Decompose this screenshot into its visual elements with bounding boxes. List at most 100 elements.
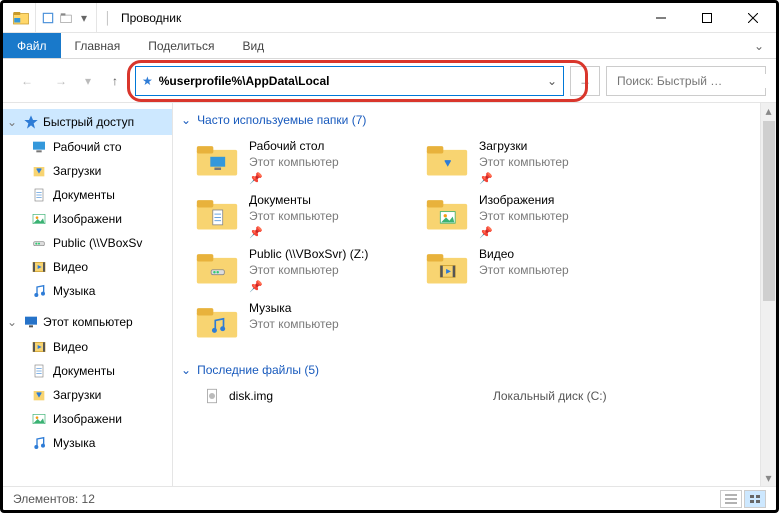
pin-icon: 📌 bbox=[479, 172, 569, 186]
sidebar-quick-access-label: Быстрый доступ bbox=[43, 115, 134, 129]
sidebar-item-label: Музыка bbox=[53, 436, 95, 450]
downloads-folder-icon bbox=[425, 139, 469, 179]
tab-share[interactable]: Поделиться bbox=[134, 33, 228, 58]
address-input[interactable] bbox=[159, 74, 547, 88]
view-switcher bbox=[720, 490, 766, 508]
folder-name: Загрузки bbox=[479, 139, 569, 155]
sidebar-item-documents[interactable]: Документы bbox=[3, 183, 172, 207]
sidebar-item-pictures[interactable]: Изображени bbox=[3, 207, 172, 231]
chevron-down-icon: ⌄ bbox=[181, 363, 191, 377]
qat-dropdown-icon[interactable]: ▾ bbox=[76, 10, 92, 26]
section-recent-files[interactable]: ⌄ Последние файлы (5) bbox=[173, 353, 776, 383]
folder-tile[interactable]: Документы Этот компьютер 📌 bbox=[191, 191, 421, 245]
sidebar-item-downloads[interactable]: Загрузки bbox=[3, 383, 172, 407]
qat-new-folder-icon[interactable] bbox=[58, 10, 74, 26]
file-row[interactable]: disk.img Локальный диск (C:) bbox=[173, 383, 776, 409]
ribbon: Файл Главная Поделиться Вид ⌄ bbox=[3, 33, 776, 59]
address-bar[interactable]: ★ ⌄ bbox=[135, 66, 564, 96]
tab-file[interactable]: Файл bbox=[3, 33, 61, 58]
pin-icon: 📌 bbox=[249, 172, 339, 186]
address-dropdown-icon[interactable]: ⌄ bbox=[547, 74, 557, 88]
file-name: disk.img bbox=[229, 389, 273, 403]
folder-tile[interactable]: Видео Этот компьютер bbox=[421, 245, 651, 299]
sidebar-item-network[interactable]: Public (\\VBoxSv bbox=[3, 231, 172, 255]
status-item-count: Элементов: 12 bbox=[13, 492, 95, 506]
sidebar-item-video[interactable]: Видео bbox=[3, 335, 172, 359]
go-button[interactable]: → bbox=[570, 66, 600, 96]
sidebar-item-documents[interactable]: Документы bbox=[3, 359, 172, 383]
sidebar-quick-access[interactable]: ⌄ Быстрый доступ bbox=[3, 109, 172, 135]
window-controls bbox=[638, 3, 776, 32]
section-recent-label: Последние файлы (5) bbox=[197, 363, 319, 377]
content-pane[interactable]: ⌄ Часто используемые папки (7) Рабочий с… bbox=[173, 103, 776, 486]
explorer-window: ▾ │ Проводник Файл Главная Поделиться Ви… bbox=[0, 0, 779, 513]
quick-access-toolbar: ▾ bbox=[35, 3, 97, 32]
sidebar-item-downloads[interactable]: Загрузки bbox=[3, 159, 172, 183]
sidebar-item-label: Видео bbox=[53, 260, 88, 274]
scrollbar-thumb[interactable] bbox=[763, 121, 775, 301]
folder-name: Видео bbox=[479, 247, 569, 263]
sidebar-item-label: Изображени bbox=[53, 212, 122, 226]
documents-folder-icon bbox=[195, 193, 239, 233]
explorer-icon bbox=[11, 9, 31, 27]
sidebar-item-desktop[interactable]: Рабочий сто bbox=[3, 135, 172, 159]
monitor-icon bbox=[23, 314, 39, 330]
folder-tile[interactable]: Public (\\VBoxSvr) (Z:) Этот компьютер 📌 bbox=[191, 245, 421, 299]
sidebar-this-pc[interactable]: ⌄ Этот компьютер bbox=[3, 309, 172, 335]
maximize-button[interactable] bbox=[684, 3, 730, 32]
sidebar-item-music[interactable]: Музыка bbox=[3, 431, 172, 455]
folder-location: Этот компьютер bbox=[479, 209, 569, 225]
folder-location: Этот компьютер bbox=[479, 263, 569, 279]
pictures-folder-icon bbox=[425, 193, 469, 233]
folder-location: Этот компьютер bbox=[249, 209, 339, 225]
sidebar-item-label: Музыка bbox=[53, 284, 95, 298]
folder-tile[interactable]: Загрузки Этот компьютер 📌 bbox=[421, 137, 651, 191]
close-button[interactable] bbox=[730, 3, 776, 32]
sidebar-item-pictures[interactable]: Изображени bbox=[3, 407, 172, 431]
nav-up-button[interactable]: ↑ bbox=[101, 67, 129, 95]
address-bar-wrap: ★ ⌄ bbox=[135, 66, 564, 96]
view-details-button[interactable] bbox=[720, 490, 742, 508]
folder-tile[interactable]: Изображения Этот компьютер 📌 bbox=[421, 191, 651, 245]
chevron-down-icon: ⌄ bbox=[181, 113, 191, 127]
folder-tile[interactable]: Музыка Этот компьютер bbox=[191, 299, 421, 353]
folder-tile[interactable]: Рабочий стол Этот компьютер 📌 bbox=[191, 137, 421, 191]
folder-name: Изображения bbox=[479, 193, 569, 209]
ribbon-expand-icon[interactable]: ⌄ bbox=[742, 33, 776, 58]
view-icons-button[interactable] bbox=[744, 490, 766, 508]
desktop-folder-icon bbox=[195, 139, 239, 179]
folder-location: Этот компьютер bbox=[249, 263, 368, 279]
section-frequent-label: Часто используемые папки (7) bbox=[197, 113, 366, 127]
tab-view[interactable]: Вид bbox=[228, 33, 278, 58]
music-folder-icon bbox=[195, 301, 239, 341]
sidebar-item-video[interactable]: Видео bbox=[3, 255, 172, 279]
sidebar-item-label: Видео bbox=[53, 340, 88, 354]
frequent-folders-grid: Рабочий стол Этот компьютер 📌 Загрузки Э… bbox=[173, 133, 776, 353]
search-input[interactable] bbox=[617, 74, 772, 88]
sidebar-this-pc-label: Этот компьютер bbox=[43, 315, 133, 329]
section-frequent-folders[interactable]: ⌄ Часто используемые папки (7) bbox=[173, 103, 776, 133]
folder-name: Музыка bbox=[249, 301, 339, 317]
sidebar-item-music[interactable]: Музыка bbox=[3, 279, 172, 303]
folder-location: Этот компьютер bbox=[479, 155, 569, 171]
tab-home[interactable]: Главная bbox=[61, 33, 135, 58]
scroll-up-icon[interactable]: ▴ bbox=[765, 103, 771, 119]
qat-properties-icon[interactable] bbox=[40, 10, 56, 26]
titlebar: ▾ │ Проводник bbox=[3, 3, 776, 33]
sidebar[interactable]: ⌄ Быстрый доступ Рабочий стоЗагрузкиДоку… bbox=[3, 103, 173, 486]
file-location: Локальный диск (C:) bbox=[493, 389, 607, 403]
quick-access-star-icon: ★ bbox=[142, 74, 153, 88]
pin-icon: 📌 bbox=[249, 226, 339, 240]
search-box[interactable] bbox=[606, 66, 766, 96]
sidebar-item-label: Public (\\VBoxSv bbox=[53, 236, 142, 250]
scroll-down-icon[interactable]: ▾ bbox=[765, 470, 771, 486]
file-icon bbox=[203, 387, 221, 405]
nav-toolbar: ← → ▾ ↑ ★ ⌄ → bbox=[3, 59, 776, 103]
minimize-button[interactable] bbox=[638, 3, 684, 32]
chevron-down-icon: ⌄ bbox=[7, 115, 19, 129]
nav-recent-dropdown[interactable]: ▾ bbox=[81, 67, 95, 95]
vertical-scrollbar[interactable]: ▴ ▾ bbox=[760, 103, 776, 486]
chevron-down-icon: ⌄ bbox=[7, 315, 19, 329]
nav-forward-button: → bbox=[47, 67, 75, 95]
folder-location: Этот компьютер bbox=[249, 317, 339, 333]
